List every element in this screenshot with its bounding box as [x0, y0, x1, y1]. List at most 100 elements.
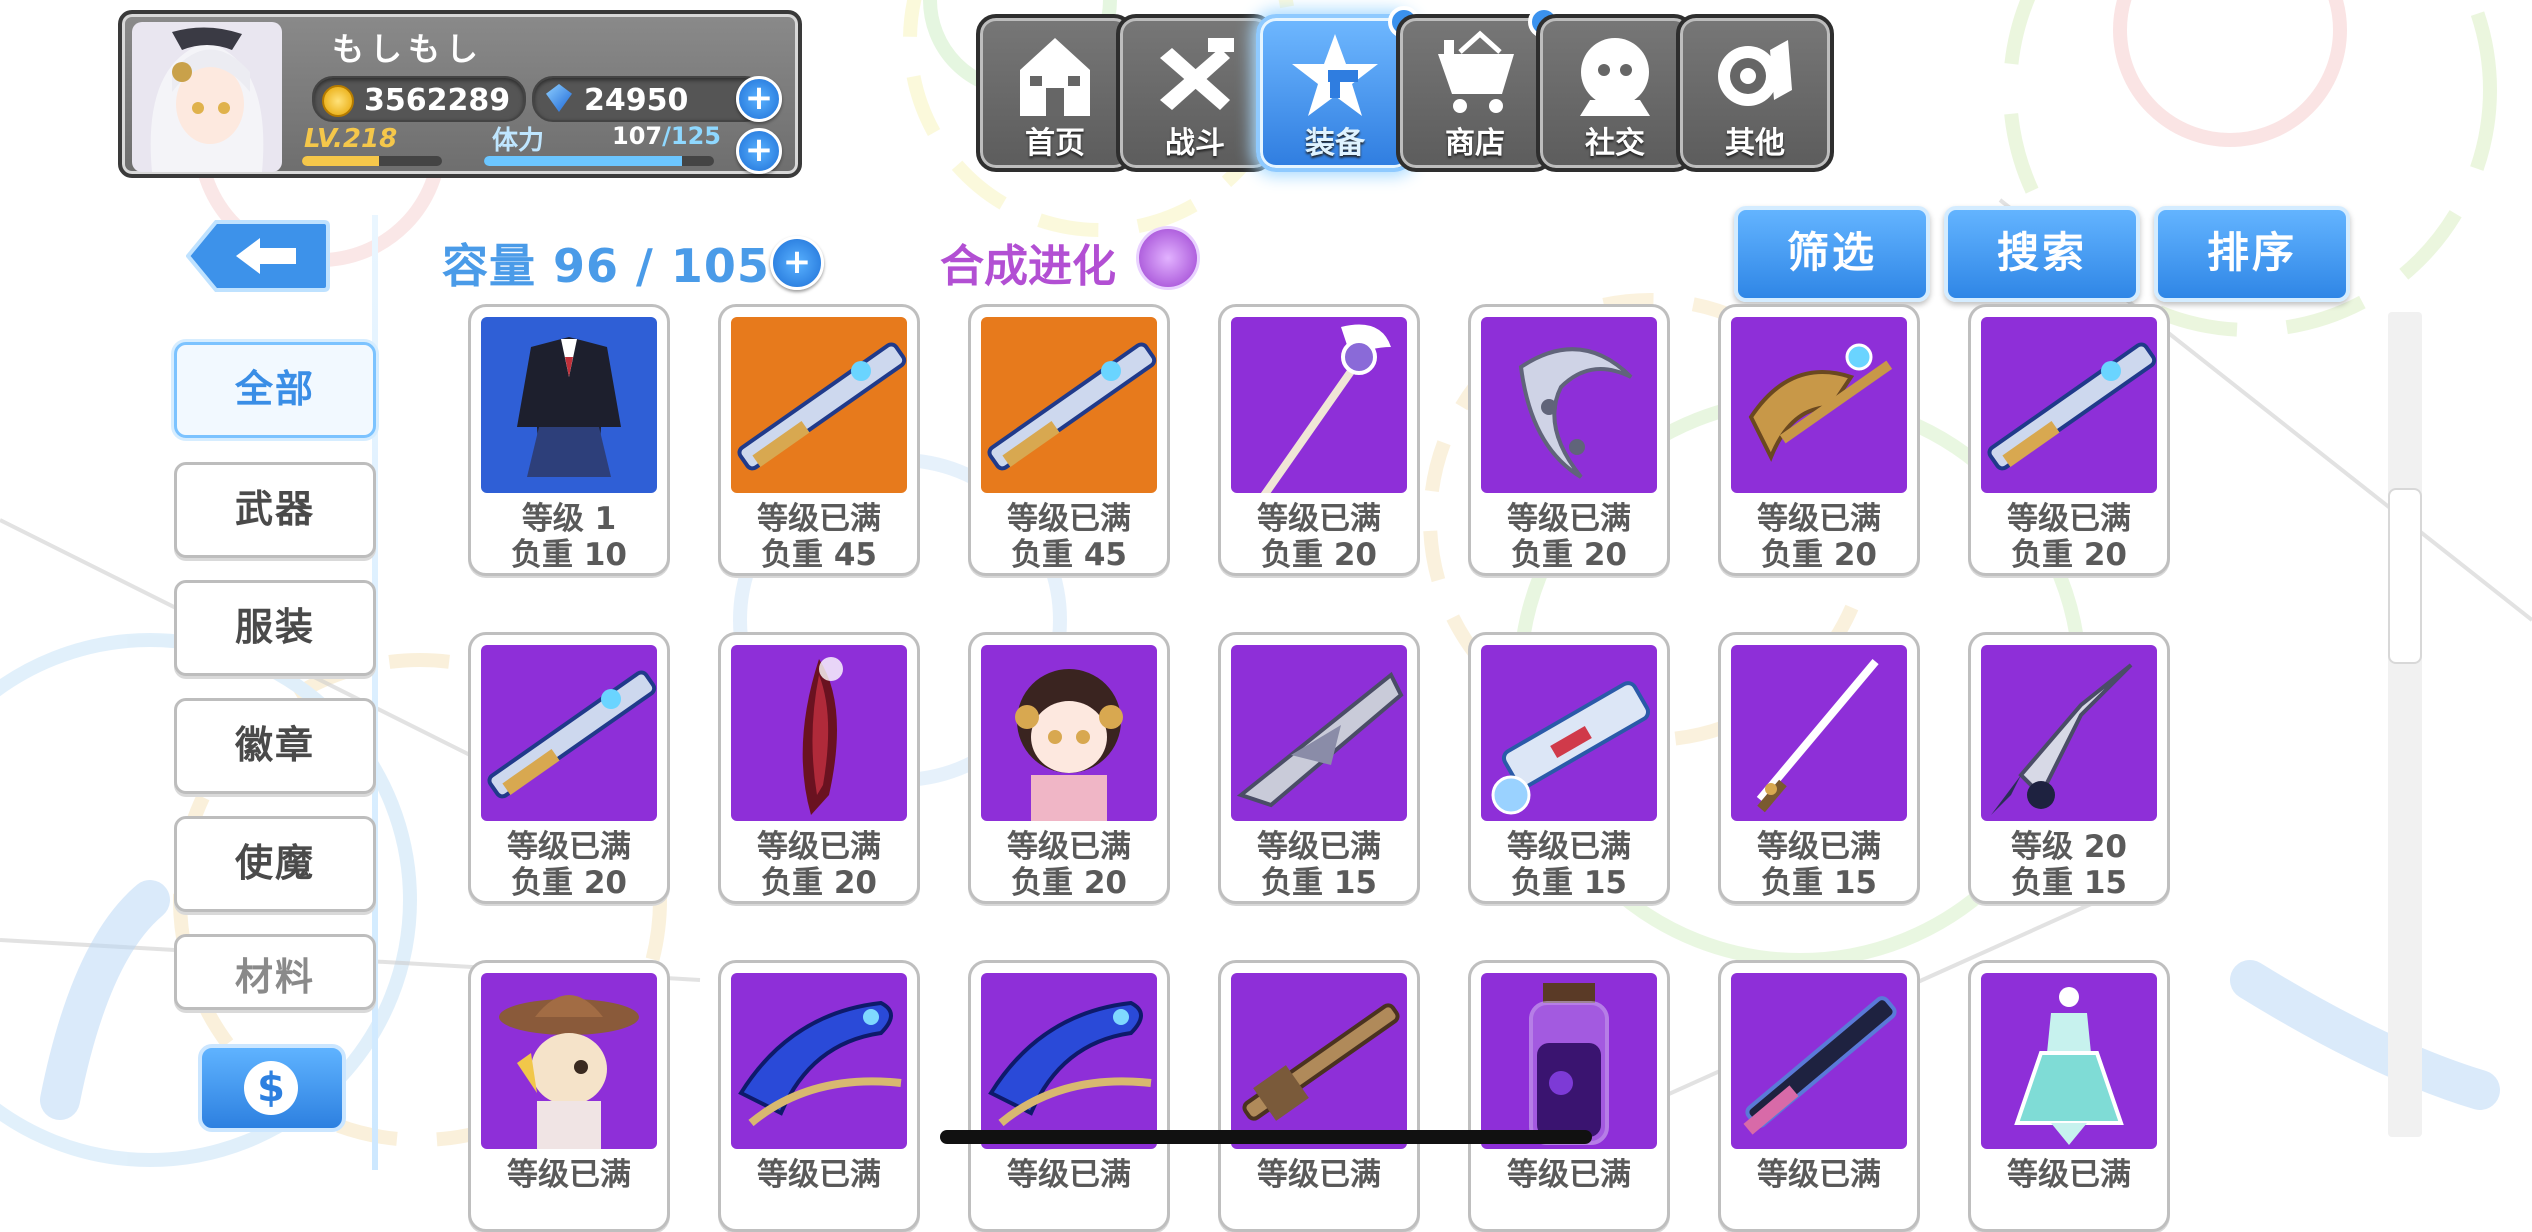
swirl-icon[interactable]: [1136, 226, 1200, 290]
diamond-icon: [546, 84, 572, 112]
item-weight: 负重 10: [511, 537, 627, 573]
coin-icon: [322, 85, 354, 117]
coin-counter: 3562289: [312, 76, 526, 122]
search-button[interactable]: 搜索: [1944, 206, 2140, 302]
nav-button-3[interactable]: 商店: [1396, 6, 1560, 172]
item-thumbnail: [481, 645, 657, 821]
nav-label: 首页: [1025, 126, 1085, 161]
item-weight: 负重 20: [1511, 537, 1627, 573]
item-thumbnail: [1981, 973, 2157, 1149]
inventory-item-card[interactable]: 等级已满 负重 45: [968, 304, 1170, 576]
stamina-value: 107/125: [612, 122, 721, 150]
category-tab-5[interactable]: 材料: [174, 934, 376, 1010]
crystal-dress-icon: [2014, 987, 2124, 1145]
item-weight: 负重 20: [1761, 537, 1877, 573]
bronze-rifle-icon: [1242, 1003, 1400, 1121]
category-tab-4[interactable]: 使魔: [174, 816, 376, 912]
item-thumbnail: [731, 645, 907, 821]
item-weight: 负重 15: [1511, 865, 1627, 901]
filter-button[interactable]: 筛选: [1734, 206, 1930, 302]
home-indicator[interactable]: [940, 1130, 1592, 1144]
silver-rifle-icon: [1987, 342, 2157, 471]
item-thumbnail: [981, 645, 1157, 821]
blue-serpent-gun-2-icon: [988, 1000, 1152, 1127]
item-thumbnail: [981, 317, 1157, 493]
synthesis-evolve-button[interactable]: 合成进化: [940, 230, 1116, 294]
item-thumbnail: [1231, 645, 1407, 821]
chibi-girl-familiar-icon: [1015, 669, 1123, 821]
add-gems-button[interactable]: +: [736, 76, 782, 122]
item-level: 等级已满: [1007, 1157, 1131, 1193]
item-thumbnail: [1981, 317, 2157, 493]
item-weight: 负重 15: [2011, 865, 2127, 901]
dollar-icon: $: [244, 1061, 298, 1115]
item-level: 等级已满: [757, 1157, 881, 1193]
item-level: 等级已满: [1507, 1157, 1631, 1193]
inventory-item-card[interactable]: 等级已满 负重 20: [1468, 304, 1670, 576]
inventory-item-card[interactable]: 等级已满 负重 15: [1218, 632, 1420, 904]
inventory-item-card[interactable]: 等级已满 负重 20: [1218, 304, 1420, 576]
player-info-panel: もしもし 3562289 24950 + LV.218 体力 107/125 +: [118, 10, 802, 178]
player-avatar[interactable]: [132, 22, 282, 172]
item-weight: 负重 20: [1261, 537, 1377, 573]
inventory-item-card[interactable]: 等级已满: [1468, 960, 1670, 1232]
inventory-item-card[interactable]: 等级 1 负重 10: [468, 304, 670, 576]
inventory-item-card[interactable]: 等级已满 负重 45: [718, 304, 920, 576]
level-progress-bar: [302, 156, 442, 166]
nav-button-2[interactable]: 装备: [1256, 6, 1420, 172]
item-weight: 负重 15: [1761, 865, 1877, 901]
winged-staff-icon: [1258, 324, 1391, 493]
add-stamina-button[interactable]: +: [736, 128, 782, 174]
inventory-item-card[interactable]: 等级已满: [1968, 960, 2170, 1232]
currency-shop-button[interactable]: $: [198, 1044, 346, 1132]
stamina-label: 体力: [492, 126, 545, 156]
inventory-item-card[interactable]: 等级已满: [1218, 960, 1420, 1232]
inventory-item-card[interactable]: 等级已满 负重 20: [968, 632, 1170, 904]
inventory-item-card[interactable]: 等级已满 负重 15: [1468, 632, 1670, 904]
sort-button[interactable]: 排序: [2154, 206, 2350, 302]
category-tab-0[interactable]: 全部: [174, 342, 376, 438]
inventory-item-card[interactable]: 等级已满: [718, 960, 920, 1232]
item-thumbnail: [1231, 973, 1407, 1149]
ice-launcher-icon: [1491, 681, 1651, 815]
nav-button-0[interactable]: 首页: [976, 14, 1134, 172]
inventory-item-card[interactable]: 等级已满 负重 20: [1968, 304, 2170, 576]
golden-crossbow-icon: [1748, 343, 1893, 462]
player-level: LV.218: [304, 124, 398, 154]
item-thumbnail: [731, 317, 907, 493]
inventory-item-card[interactable]: 等级已满: [1718, 960, 1920, 1232]
inventory-item-card[interactable]: 等级已满 负重 20: [718, 632, 920, 904]
nav-button-5[interactable]: 其他: [1676, 14, 1834, 172]
item-weight: 负重 45: [761, 537, 877, 573]
inventory-item-card[interactable]: 等级已满 负重 15: [1718, 632, 1920, 904]
nav-label: 装备: [1305, 126, 1365, 161]
social-face-icon: [1580, 38, 1650, 116]
drill-lance-icon: [1991, 663, 2133, 815]
expand-capacity-button[interactable]: +: [770, 236, 824, 290]
scrollbar-thumb[interactable]: [2388, 488, 2422, 664]
category-tab-3[interactable]: 徽章: [174, 698, 376, 794]
gem-counter: 24950: [532, 76, 766, 122]
item-level: 等级已满: [507, 1157, 631, 1193]
inventory-item-card[interactable]: 等级已满 负重 20: [468, 632, 670, 904]
nav-button-4[interactable]: 社交: [1536, 14, 1694, 172]
item-thumbnail: [1731, 317, 1907, 493]
nav-label: 商店: [1445, 126, 1505, 161]
item-weight: 负重 15: [1261, 865, 1377, 901]
stamina-progress-bar: [484, 156, 714, 166]
back-button[interactable]: [186, 218, 330, 294]
category-tab-2[interactable]: 服装: [174, 580, 376, 676]
category-tab-1[interactable]: 武器: [174, 462, 376, 558]
inventory-item-card[interactable]: 等级已满 负重 20: [1718, 304, 1920, 576]
dark-sniper-icon: [1743, 996, 1897, 1135]
katana-icon: [1756, 659, 1879, 813]
blue-gold-rifle-icon: [987, 342, 1157, 471]
item-thumbnail: [481, 973, 657, 1149]
coin-value: 3562289: [364, 83, 511, 118]
inventory-item-card[interactable]: 等级已满: [468, 960, 670, 1232]
nav-button-1[interactable]: 战斗: [1116, 14, 1274, 172]
inventory-item-card[interactable]: 等级 20 负重 15: [1968, 632, 2170, 904]
capacity-text: 容量 96 / 105: [442, 239, 770, 293]
scrollbar[interactable]: [2388, 312, 2422, 1137]
inventory-item-card[interactable]: 等级已满: [968, 960, 1170, 1232]
